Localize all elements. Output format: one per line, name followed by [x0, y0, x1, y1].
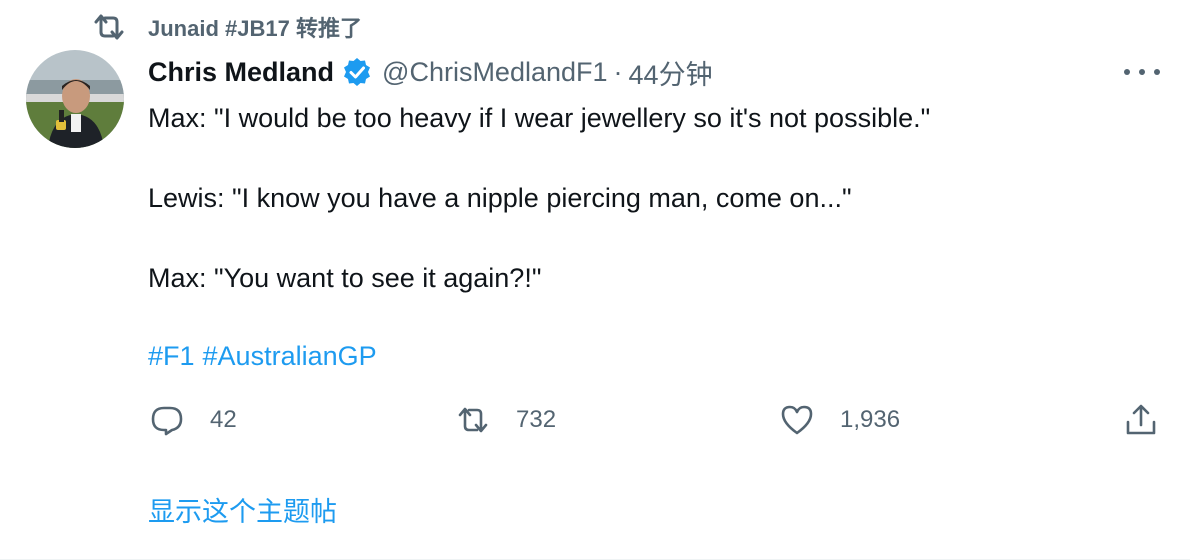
retweet-icon [458, 407, 488, 433]
like-count: 1,936 [840, 406, 901, 433]
author-handle[interactable]: @ChrisMedlandF1 [382, 57, 608, 88]
hashtags: #F1 #AustralianGP [148, 336, 385, 376]
share-icon [1126, 404, 1156, 435]
like-button[interactable]: 1,936 [780, 398, 900, 442]
tweet-header: Chris Medland @ChrisMedlandF1 · 44分钟 [148, 54, 713, 90]
like-icon [781, 405, 813, 435]
retweet-count: 732 [516, 406, 557, 433]
tweet-text: Max: "I would be too heavy if I wear jew… [148, 98, 1148, 298]
show-thread-link[interactable]: 显示这个主题帖 [148, 492, 337, 532]
author-name[interactable]: Chris Medland [148, 57, 334, 88]
tweet-actions: 42 732 1,936 [0, 398, 1190, 442]
tweet-line: Max: "You want to see it again?!" [148, 263, 542, 293]
retweet-label: Junaid #JB17 转推了 [148, 16, 362, 41]
reply-count: 42 [210, 406, 237, 433]
avatar[interactable] [26, 50, 124, 148]
tweet-timestamp[interactable]: 44分钟 [629, 53, 713, 92]
avatar-image [26, 50, 124, 148]
more-icon[interactable] [1124, 60, 1160, 84]
reply-button[interactable]: 42 [150, 398, 237, 442]
verified-badge-icon [344, 58, 371, 86]
tweet-line: Lewis: "I know you have a nipple piercin… [148, 183, 852, 213]
reply-icon [151, 406, 183, 436]
hashtag-link[interactable]: #AustralianGP [203, 341, 377, 371]
tweet-line: Max: "I would be too heavy if I wear jew… [148, 103, 931, 133]
hashtag-link[interactable]: #F1 [148, 341, 195, 371]
retweet-icon [94, 14, 124, 40]
header-separator: · [613, 56, 623, 87]
retweet-button[interactable]: 732 [456, 398, 556, 442]
retweet-context[interactable]: Junaid #JB17 转推了 [92, 10, 362, 44]
share-button[interactable] [1124, 398, 1184, 442]
